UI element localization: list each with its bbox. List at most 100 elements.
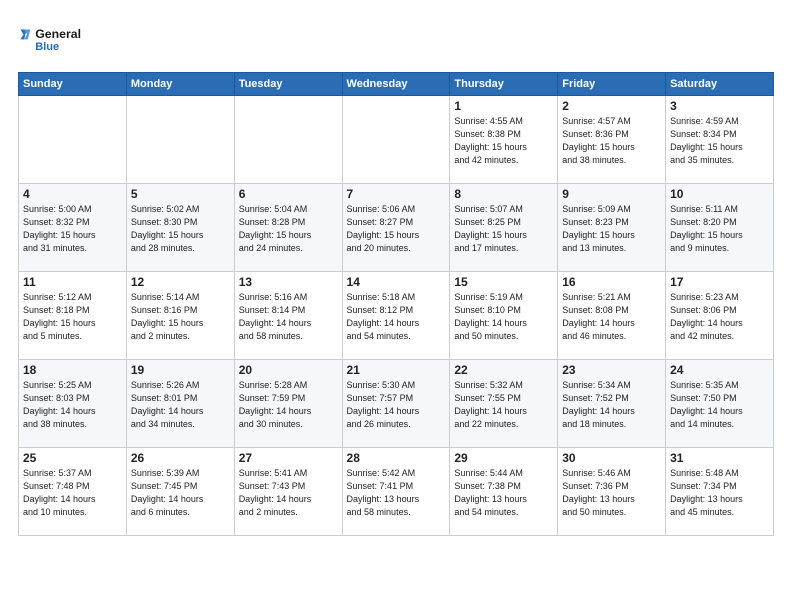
day-number: 15	[454, 275, 553, 289]
day-number: 1	[454, 99, 553, 113]
week-row-1: 1 Sunrise: 4:55 AMSunset: 8:38 PMDaylight…	[19, 96, 774, 184]
day-cell	[234, 96, 342, 184]
day-info: Sunrise: 5:06 AMSunset: 8:27 PMDaylight:…	[347, 203, 446, 255]
day-number: 7	[347, 187, 446, 201]
col-header-thursday: Thursday	[450, 73, 558, 96]
day-cell: 16Sunrise: 5:21 AMSunset: 8:08 PMDayligh…	[558, 272, 666, 360]
day-cell	[19, 96, 127, 184]
day-info: Sunrise: 5:23 AMSunset: 8:06 PMDaylight:…	[670, 291, 769, 343]
day-number: 5	[131, 187, 230, 201]
day-info: Sunrise: 5:26 AMSunset: 8:01 PMDaylight:…	[131, 379, 230, 431]
header: General Blue	[18, 18, 774, 62]
day-number: 29	[454, 451, 553, 465]
day-number: 25	[23, 451, 122, 465]
day-cell	[126, 96, 234, 184]
day-cell	[342, 96, 450, 184]
day-number: 8	[454, 187, 553, 201]
day-number: 4	[23, 187, 122, 201]
day-cell: 25 Sunrise: 5:37 AMSunset: 7:48 PMDayligh…	[19, 448, 127, 536]
day-cell: 10 Sunrise: 5:11 AMSunset: 8:20 PMDayligh…	[666, 184, 774, 272]
day-info: Sunrise: 5:16 AMSunset: 8:14 PMDaylight:…	[239, 291, 338, 343]
day-cell: 24Sunrise: 5:35 AMSunset: 7:50 PMDayligh…	[666, 360, 774, 448]
day-info: Sunrise: 5:42 AMSunset: 7:41 PMDaylight:…	[347, 467, 446, 519]
day-info: Sunrise: 5:48 AMSunset: 7:34 PMDaylight:…	[670, 467, 769, 519]
day-cell: 1 Sunrise: 4:55 AMSunset: 8:38 PMDaylight…	[450, 96, 558, 184]
day-info: Sunrise: 5:19 AMSunset: 8:10 PMDaylight:…	[454, 291, 553, 343]
day-number: 28	[347, 451, 446, 465]
day-number: 17	[670, 275, 769, 289]
svg-text:Blue: Blue	[35, 41, 59, 53]
day-info: Sunrise: 5:32 AMSunset: 7:55 PMDaylight:…	[454, 379, 553, 431]
page: General Blue SundayMondayTuesdayWednesda…	[0, 0, 792, 612]
day-cell: 22 Sunrise: 5:32 AMSunset: 7:55 PMDayligh…	[450, 360, 558, 448]
day-cell: 19 Sunrise: 5:26 AMSunset: 8:01 PMDayligh…	[126, 360, 234, 448]
day-info: Sunrise: 5:12 AMSunset: 8:18 PMDaylight:…	[23, 291, 122, 343]
day-number: 14	[347, 275, 446, 289]
day-cell: 9Sunrise: 5:09 AMSunset: 8:23 PMDaylight…	[558, 184, 666, 272]
week-row-5: 25 Sunrise: 5:37 AMSunset: 7:48 PMDayligh…	[19, 448, 774, 536]
day-info: Sunrise: 5:09 AMSunset: 8:23 PMDaylight:…	[562, 203, 661, 255]
day-cell: 29 Sunrise: 5:44 AMSunset: 7:38 PMDayligh…	[450, 448, 558, 536]
day-info: Sunrise: 5:02 AMSunset: 8:30 PMDaylight:…	[131, 203, 230, 255]
day-info: Sunrise: 5:07 AMSunset: 8:25 PMDaylight:…	[454, 203, 553, 255]
col-header-friday: Friday	[558, 73, 666, 96]
week-row-4: 18 Sunrise: 5:25 AMSunset: 8:03 PMDayligh…	[19, 360, 774, 448]
day-number: 13	[239, 275, 338, 289]
col-header-wednesday: Wednesday	[342, 73, 450, 96]
day-cell: 11 Sunrise: 5:12 AMSunset: 8:18 PMDayligh…	[19, 272, 127, 360]
day-number: 22	[454, 363, 553, 377]
day-cell: 26 Sunrise: 5:39 AMSunset: 7:45 PMDayligh…	[126, 448, 234, 536]
day-number: 3	[670, 99, 769, 113]
day-info: Sunrise: 5:00 AMSunset: 8:32 PMDaylight:…	[23, 203, 122, 255]
day-cell: 3 Sunrise: 4:59 AMSunset: 8:34 PMDaylight…	[666, 96, 774, 184]
day-number: 18	[23, 363, 122, 377]
day-number: 11	[23, 275, 122, 289]
day-number: 27	[239, 451, 338, 465]
day-number: 23	[562, 363, 661, 377]
day-cell: 13 Sunrise: 5:16 AMSunset: 8:14 PMDayligh…	[234, 272, 342, 360]
week-row-3: 11 Sunrise: 5:12 AMSunset: 8:18 PMDayligh…	[19, 272, 774, 360]
day-cell: 27 Sunrise: 5:41 AMSunset: 7:43 PMDayligh…	[234, 448, 342, 536]
day-info: Sunrise: 5:39 AMSunset: 7:45 PMDaylight:…	[131, 467, 230, 519]
day-cell: 20 Sunrise: 5:28 AMSunset: 7:59 PMDayligh…	[234, 360, 342, 448]
day-info: Sunrise: 5:30 AMSunset: 7:57 PMDaylight:…	[347, 379, 446, 431]
day-info: Sunrise: 5:11 AMSunset: 8:20 PMDaylight:…	[670, 203, 769, 255]
day-cell: 6Sunrise: 5:04 AMSunset: 8:28 PMDaylight…	[234, 184, 342, 272]
day-cell: 23 Sunrise: 5:34 AMSunset: 7:52 PMDayligh…	[558, 360, 666, 448]
day-cell: 31 Sunrise: 5:48 AMSunset: 7:34 PMDayligh…	[666, 448, 774, 536]
day-number: 31	[670, 451, 769, 465]
day-info: Sunrise: 5:44 AMSunset: 7:38 PMDaylight:…	[454, 467, 553, 519]
day-info: Sunrise: 5:14 AMSunset: 8:16 PMDaylight:…	[131, 291, 230, 343]
col-header-monday: Monday	[126, 73, 234, 96]
day-info: Sunrise: 5:41 AMSunset: 7:43 PMDaylight:…	[239, 467, 338, 519]
day-info: Sunrise: 4:57 AMSunset: 8:36 PMDaylight:…	[562, 115, 661, 167]
day-cell: 7 Sunrise: 5:06 AMSunset: 8:27 PMDaylight…	[342, 184, 450, 272]
day-info: Sunrise: 5:25 AMSunset: 8:03 PMDaylight:…	[23, 379, 122, 431]
day-info: Sunrise: 4:55 AMSunset: 8:38 PMDaylight:…	[454, 115, 553, 167]
day-cell: 28 Sunrise: 5:42 AMSunset: 7:41 PMDayligh…	[342, 448, 450, 536]
col-header-sunday: Sunday	[19, 73, 127, 96]
day-cell: 30Sunrise: 5:46 AMSunset: 7:36 PMDayligh…	[558, 448, 666, 536]
day-cell: 12Sunrise: 5:14 AMSunset: 8:16 PMDayligh…	[126, 272, 234, 360]
day-number: 26	[131, 451, 230, 465]
day-info: Sunrise: 5:28 AMSunset: 7:59 PMDaylight:…	[239, 379, 338, 431]
day-cell: 14Sunrise: 5:18 AMSunset: 8:12 PMDayligh…	[342, 272, 450, 360]
col-header-saturday: Saturday	[666, 73, 774, 96]
calendar-table: SundayMondayTuesdayWednesdayThursdayFrid…	[18, 72, 774, 536]
svg-text:General: General	[35, 27, 81, 41]
day-number: 16	[562, 275, 661, 289]
day-number: 20	[239, 363, 338, 377]
day-info: Sunrise: 5:46 AMSunset: 7:36 PMDaylight:…	[562, 467, 661, 519]
day-cell: 8 Sunrise: 5:07 AMSunset: 8:25 PMDaylight…	[450, 184, 558, 272]
day-info: Sunrise: 5:34 AMSunset: 7:52 PMDaylight:…	[562, 379, 661, 431]
day-cell: 21Sunrise: 5:30 AMSunset: 7:57 PMDayligh…	[342, 360, 450, 448]
day-number: 6	[239, 187, 338, 201]
day-info: Sunrise: 4:59 AMSunset: 8:34 PMDaylight:…	[670, 115, 769, 167]
day-number: 10	[670, 187, 769, 201]
week-row-2: 4 Sunrise: 5:00 AMSunset: 8:32 PMDaylight…	[19, 184, 774, 272]
day-number: 24	[670, 363, 769, 377]
day-info: Sunrise: 5:37 AMSunset: 7:48 PMDaylight:…	[23, 467, 122, 519]
day-number: 19	[131, 363, 230, 377]
day-number: 2	[562, 99, 661, 113]
day-cell: 5 Sunrise: 5:02 AMSunset: 8:30 PMDaylight…	[126, 184, 234, 272]
